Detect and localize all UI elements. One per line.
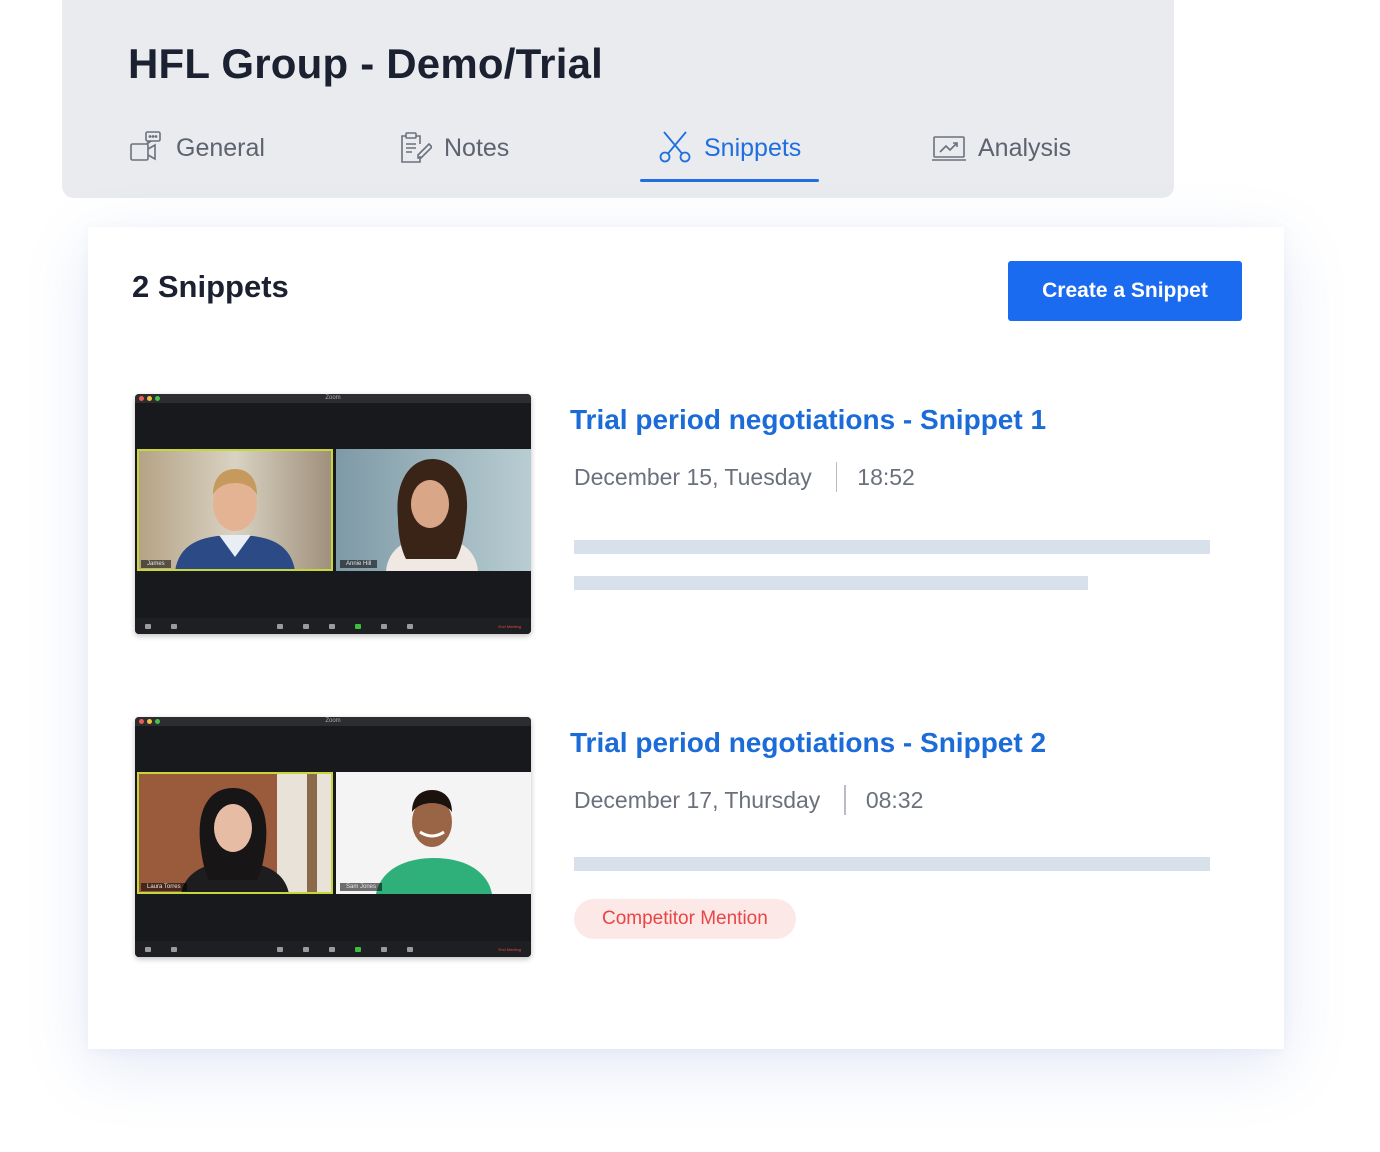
- participant-photo: [137, 772, 333, 894]
- tab-notes-label: Notes: [444, 134, 510, 162]
- window-controls: [139, 396, 160, 401]
- participant-name: Laura Torres: [141, 883, 187, 891]
- participant-name: Sam Jones: [340, 883, 383, 891]
- participant-name: Annie Hill: [340, 560, 378, 568]
- tab-analysis[interactable]: Analysis: [932, 128, 1071, 182]
- clipboard-edit-icon: [401, 132, 432, 163]
- end-meeting-label: End Meeting: [498, 623, 521, 629]
- tab-general-label: General: [176, 134, 265, 162]
- snippet-item: Zoom James Annie Hill End Meeting Trial …: [135, 394, 1245, 636]
- snippets-card: 2 Snippets Create a Snippet Zoom James A…: [88, 227, 1284, 1049]
- window-controls: [139, 719, 160, 724]
- meta-divider: [835, 462, 838, 492]
- meeting-toolbar: End Meeting: [135, 618, 531, 634]
- video-thumbnail[interactable]: Zoom Laura Torres Sam Jones End Meeting: [135, 717, 531, 957]
- tab-notes[interactable]: Notes: [398, 128, 509, 182]
- video-thumbnail[interactable]: Zoom James Annie Hill End Meeting: [135, 394, 531, 634]
- thumbnail-titlebar: Zoom: [135, 717, 531, 726]
- tab-general[interactable]: General: [130, 128, 265, 182]
- participant-tile: Sam Jones: [336, 772, 531, 894]
- snippet-title[interactable]: Trial period negotiations - Snippet 1: [570, 404, 1046, 436]
- snippet-date: December 17, Thursday: [574, 786, 821, 813]
- end-meeting-label: End Meeting: [498, 946, 521, 952]
- participant-tile: Annie Hill: [336, 449, 531, 571]
- snippet-item: Zoom Laura Torres Sam Jones End Meeting …: [135, 717, 1245, 959]
- create-snippet-button[interactable]: Create a Snippet: [1008, 261, 1242, 321]
- snippet-meta: December 17, Thursday 08:32: [574, 785, 923, 815]
- page-title: HFL Group - Demo/Trial: [128, 40, 603, 87]
- participant-photo: [137, 449, 333, 571]
- snippet-time: 18:52: [857, 463, 915, 490]
- participant-name: James: [141, 560, 171, 568]
- competitor-mention-tag[interactable]: Competitor Mention: [574, 899, 796, 939]
- text-placeholder-bar: [574, 576, 1088, 590]
- snippet-time: 08:32: [865, 786, 924, 813]
- participant-photo: [336, 772, 531, 894]
- header-panel: HFL Group - Demo/Trial General Notes Sni…: [62, 0, 1174, 198]
- snippet-title[interactable]: Trial period negotiations - Snippet 2: [570, 727, 1046, 759]
- tab-snippets-label: Snippets: [704, 134, 802, 162]
- scissors-icon: [659, 131, 691, 163]
- text-placeholder-bar: [574, 857, 1210, 871]
- participant-tile: James: [137, 449, 333, 571]
- snippet-count-title: 2 Snippets: [132, 269, 289, 304]
- text-placeholder-bar: [574, 540, 1210, 554]
- tab-snippets[interactable]: Snippets: [640, 128, 820, 182]
- participant-tile: Laura Torres: [137, 772, 333, 894]
- meeting-toolbar: End Meeting: [135, 941, 531, 957]
- snippet-meta: December 15, Tuesday 18:52: [574, 462, 915, 492]
- meta-divider: [844, 785, 846, 815]
- thumbnail-titlebar: Zoom: [135, 394, 531, 403]
- active-tab-indicator: [640, 179, 820, 182]
- video-chat-icon: [130, 131, 161, 161]
- chart-screen-icon: [932, 136, 966, 161]
- snippet-date: December 15, Tuesday: [574, 463, 812, 490]
- participant-photo: [336, 449, 531, 571]
- tab-analysis-label: Analysis: [978, 134, 1072, 162]
